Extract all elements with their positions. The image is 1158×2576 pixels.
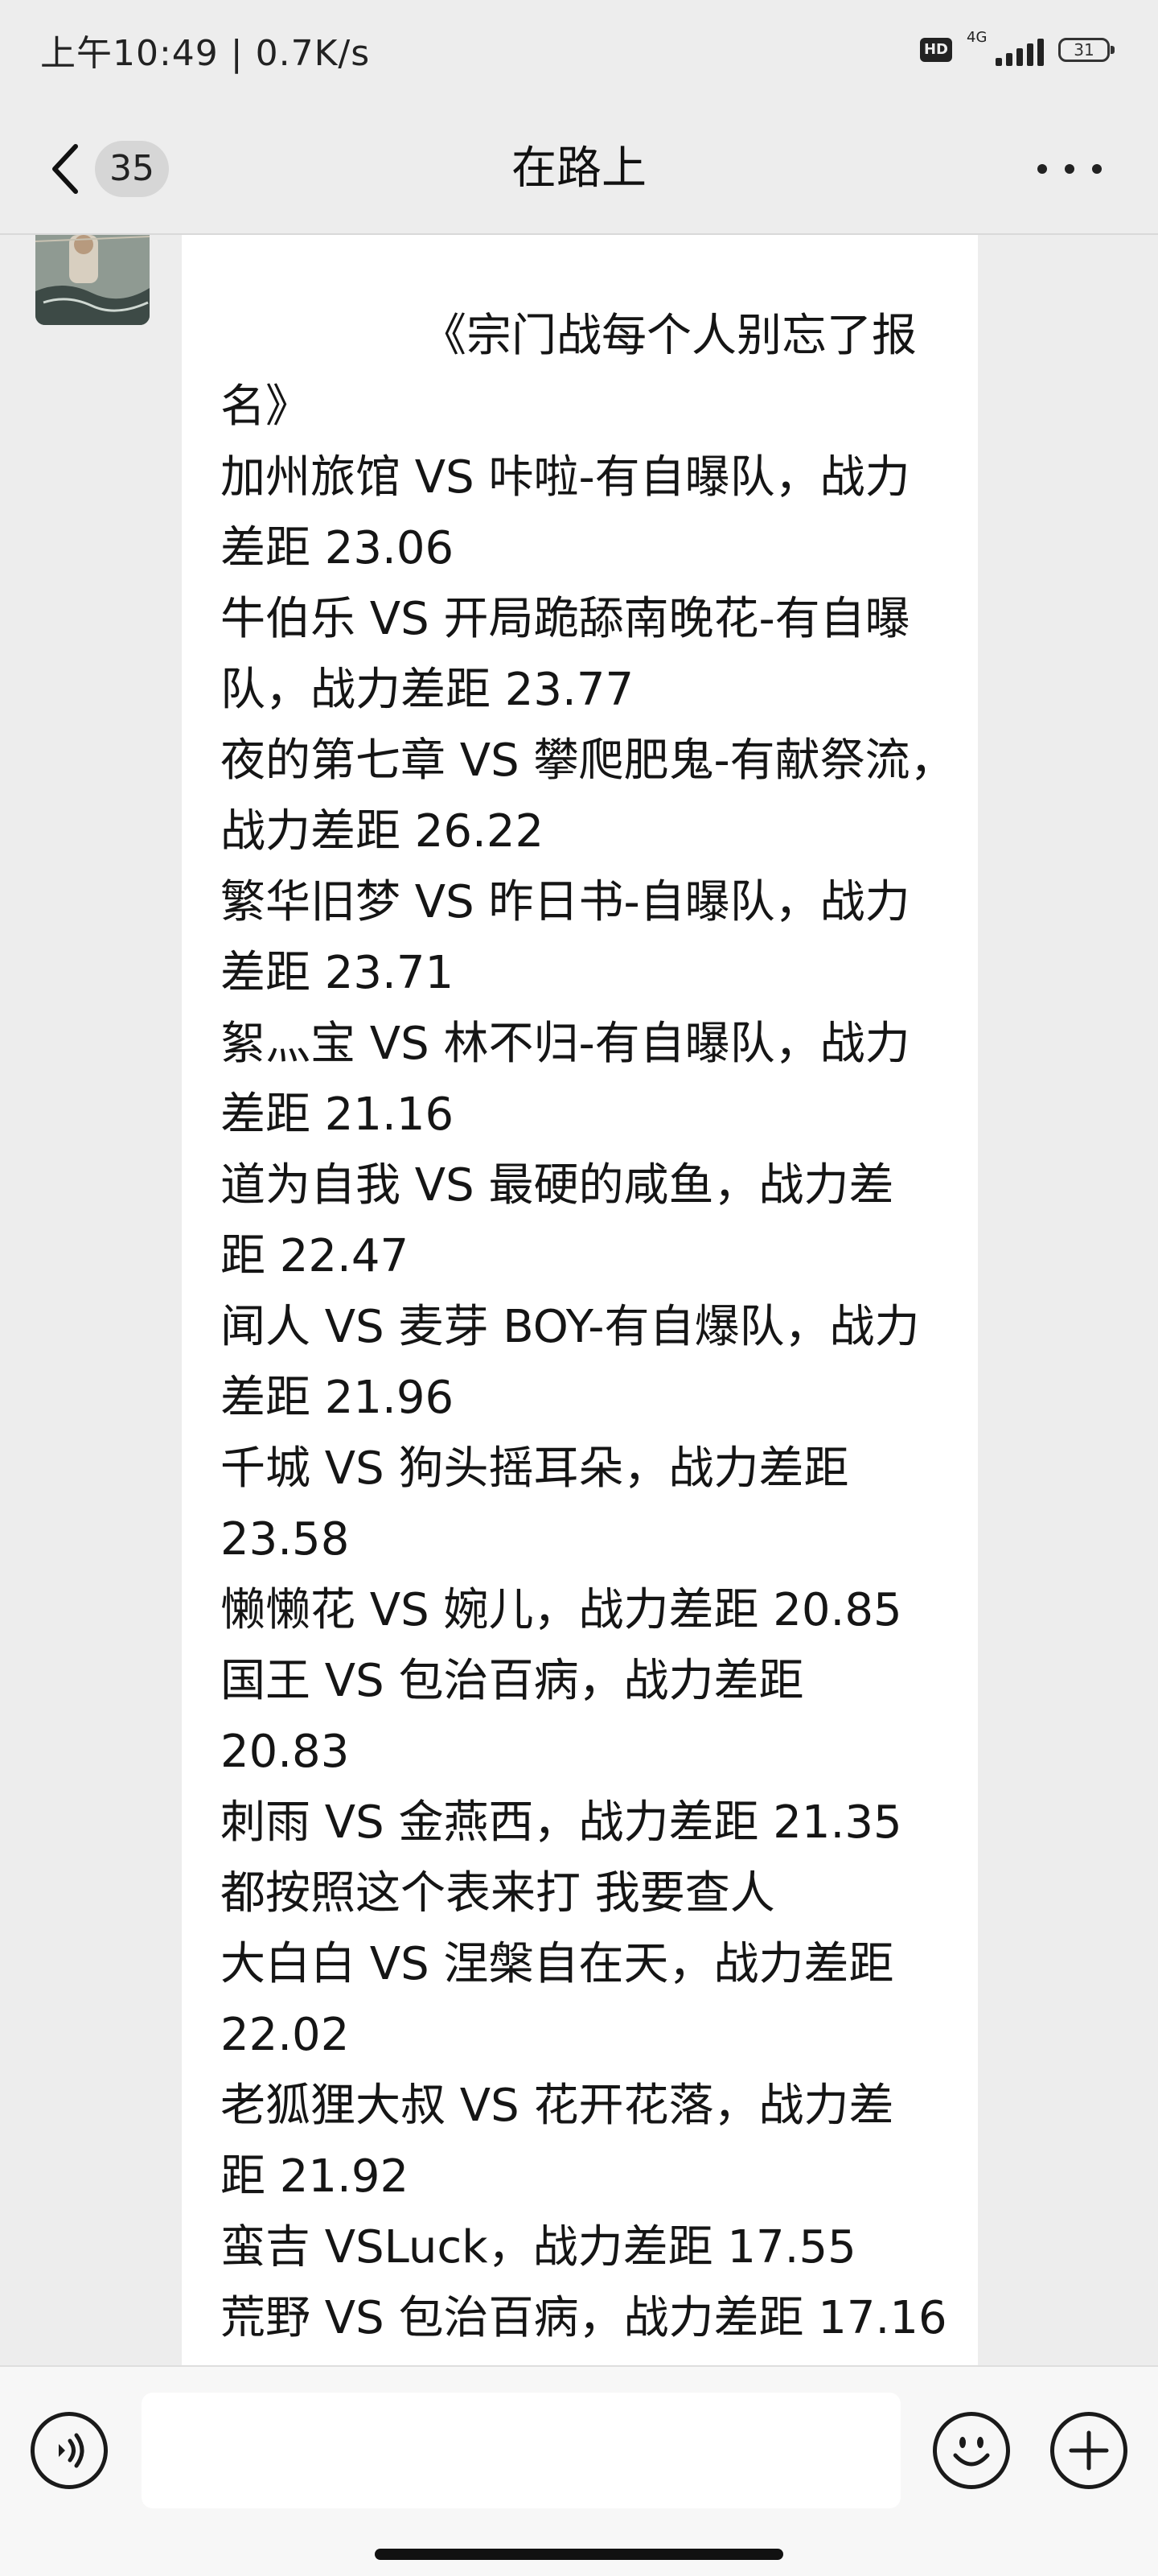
message-line: 闻人 VS 麦芽 BOY-有自爆队，战力 [220,1301,920,1353]
more-icon-dot [1065,164,1074,174]
chat-title: 在路上 [511,142,647,195]
chat-header: 35 在路上 [0,105,1158,235]
input-bar [0,2365,1158,2576]
message-line: 絮灬宝 VS 林不归-有自曝队，战力 [220,1018,910,1070]
message-line: 大白白 VS 涅槃自在天，战力差距 [220,1938,894,1990]
message-line: 战力差距 26.22 [220,805,544,858]
home-indicator[interactable] [375,2549,783,2560]
message-input[interactable] [142,2393,901,2508]
more-icon-dot [1092,164,1102,174]
voice-button[interactable] [31,2412,108,2489]
more-icon-dot [1037,164,1047,174]
message-bubble[interactable]: 《宗门战每个人别忘了报 名》 加州旅馆 VS 咔啦-有自曝队，战力 差距 23.… [182,235,978,2365]
plus-button[interactable] [1050,2412,1127,2489]
message-line: 23.58 [220,1513,350,1566]
message-line: 《宗门战每个人别忘了报 [421,310,917,362]
message-line: 队，战力差距 23.77 [220,664,634,716]
signal-bars [996,39,1044,66]
message-line: 差距 21.16 [220,1088,454,1141]
avatar[interactable] [35,235,150,325]
message-line: 繁华旧梦 VS 昨日书-自曝队，战力 [220,876,910,928]
message-line: 老狐狸大叔 VS 花开花落，战力差 [220,2080,894,2132]
message-line: 加州旅馆 VS 咔啦-有自曝队，战力 [220,451,910,504]
message-line: 国王 VS 包治百病，战力差距 [220,1655,804,1707]
hd-icon: HD [920,38,952,62]
network-type-label: 4G [967,29,988,46]
battery-level: 31 [1074,40,1094,60]
message-line: 牛伯乐 VS 开局跪舔南晚花-有自曝 [220,593,910,645]
status-icons: HD 4G 31 [920,29,1115,68]
message-line: 22.02 [220,2009,350,2061]
message-line: 距 22.47 [220,1230,409,1282]
message-line: 千城 VS 狗头摇耳朵，战力差距 [220,1442,849,1495]
message-line: 距 21.92 [220,2150,409,2203]
message-line: 20.83 [220,1726,350,1778]
plus-icon [1069,2430,1109,2471]
voice-icon [59,2433,84,2468]
chat-message-area[interactable]: 《宗门战每个人别忘了报 名》 加州旅馆 VS 咔啦-有自曝队，战力 差距 23.… [0,235,1158,2365]
signal-icon: 4G [967,29,1044,68]
message-line: 刺雨 VS 金燕西，战力差距 21.35 [220,1796,902,1849]
emoji-icon [953,2437,990,2467]
more-button[interactable] [1037,153,1102,185]
message-line: 名》 [220,381,310,433]
message-line: 夜的第七章 VS 攀爬肥鬼-有献祭流， [220,735,955,787]
status-time: 上午10:49 | 0.7K/s [40,33,371,74]
message-line: 荒野 VS 包治百病，战力差距 17.16 [220,2292,947,2344]
battery-icon: 31 [1058,38,1115,62]
message-line: 懒懒花 VS 婉儿，战力差距 20.85 [220,1584,902,1636]
message-line: 差距 21.96 [220,1372,454,1424]
status-bar: 上午10:49 | 0.7K/s HD 4G 31 [0,0,1158,105]
message-line: 差距 23.71 [220,947,454,999]
message-line: 差距 23.06 [220,522,454,574]
emoji-button[interactable] [933,2412,1010,2489]
message-line: 蛮吉 VSLuck，战力差距 17.55 [220,2221,856,2274]
avatar-image [35,235,150,325]
message-line: 道为自我 VS 最硬的咸鱼，战力差 [220,1159,894,1212]
message-line: 都按照这个表来打 我要查人 [220,1867,775,1920]
